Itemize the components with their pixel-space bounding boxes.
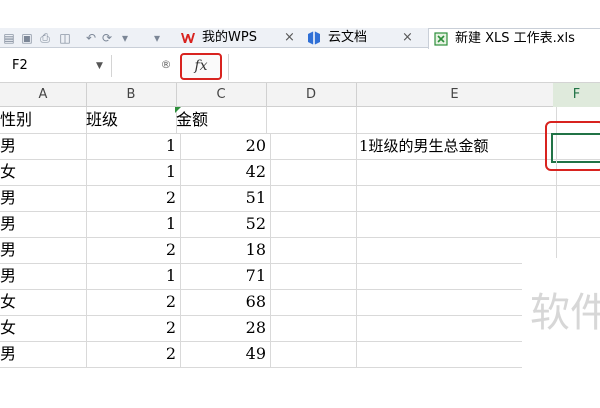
table-row: 男 2 18	[0, 237, 600, 264]
cell-b5[interactable]: 1	[86, 211, 181, 238]
cell-a3[interactable]: 女	[0, 159, 87, 186]
cell-a9[interactable]: 女	[0, 315, 87, 342]
customize-dropdown-icon[interactable]: ▾	[150, 31, 164, 45]
tab-label: 云文档	[328, 30, 368, 45]
table-row: 男 2 49	[0, 341, 600, 368]
table-row: 男 1 52	[0, 211, 600, 238]
cell-e3[interactable]	[356, 159, 557, 186]
watermark-text: 软件	[530, 290, 600, 336]
column-header-bar: A B C D E F	[0, 83, 600, 107]
cell-marker-icon	[175, 107, 181, 113]
cell-f4[interactable]	[553, 185, 600, 212]
cell-d2[interactable]	[266, 133, 357, 160]
cell-d4[interactable]	[266, 185, 357, 212]
red-highlight-box	[545, 121, 600, 171]
tab-label: 新建 XLS 工作表.xls	[455, 31, 575, 46]
cell-c1[interactable]: 金额	[176, 107, 267, 134]
cell-d8[interactable]	[266, 289, 357, 316]
cell-a2[interactable]: 男	[0, 133, 87, 160]
tab-bar: ▤ ▣ ⎙ ◫ ↶ ⟳ ▾ ▾ 我的WPS × 云文档 × 新建 XLS 工作表…	[0, 28, 600, 49]
cell-c6[interactable]: 18	[176, 237, 271, 264]
cell-b4[interactable]: 2	[86, 185, 181, 212]
zoom-icon[interactable]: ®	[158, 57, 174, 73]
table-row: 女 2 68	[0, 289, 600, 316]
cell-d5[interactable]	[266, 211, 357, 238]
tab-xls-file[interactable]: 新建 XLS 工作表.xls	[428, 28, 600, 49]
cell-a6[interactable]: 男	[0, 237, 87, 264]
cell-c8[interactable]: 68	[176, 289, 271, 316]
cell-d10[interactable]	[266, 341, 357, 368]
cell-c4[interactable]: 51	[176, 185, 271, 212]
cell-b3[interactable]: 1	[86, 159, 181, 186]
cell-e2[interactable]: 1班级的男生总金额	[356, 133, 557, 160]
cell-e1[interactable]	[356, 107, 557, 134]
cell-c9[interactable]: 28	[176, 315, 271, 342]
cell-e5[interactable]	[356, 211, 557, 238]
column-header-e[interactable]: E	[356, 83, 554, 107]
column-header-b[interactable]: B	[86, 83, 177, 107]
cell-c2[interactable]: 20	[176, 133, 271, 160]
name-box-dropdown-icon[interactable]: ▼	[96, 55, 106, 77]
cell-f5[interactable]	[553, 211, 600, 238]
cell-a5[interactable]: 男	[0, 211, 87, 238]
redo-icon[interactable]: ⟳	[100, 31, 114, 45]
cell-b10[interactable]: 2	[86, 341, 181, 368]
save-icon[interactable]: ▣	[20, 31, 34, 45]
table-row: 男 1 20 1班级的男生总金额	[0, 133, 600, 163]
cell-b2[interactable]: 1	[86, 133, 181, 160]
column-header-f[interactable]: F	[553, 83, 600, 107]
cell-c3[interactable]: 42	[176, 159, 271, 186]
formula-bar: F2 ▼ ® fx	[0, 49, 600, 83]
cell-c5[interactable]: 52	[176, 211, 271, 238]
cell-d6[interactable]	[266, 237, 357, 264]
cloud-doc-icon	[308, 31, 320, 45]
cell-c7[interactable]: 71	[176, 263, 271, 290]
watermark: 软件	[522, 258, 600, 408]
cell-c10[interactable]: 49	[176, 341, 271, 368]
cell-a4[interactable]: 男	[0, 185, 87, 212]
column-header-c[interactable]: C	[176, 83, 267, 107]
cell-d7[interactable]	[266, 263, 357, 290]
undo-icon[interactable]: ↶	[84, 31, 98, 45]
cell-a10[interactable]: 男	[0, 341, 87, 368]
cell-b7[interactable]: 1	[86, 263, 181, 290]
table-row: 男 1 71	[0, 263, 600, 290]
cell-a8[interactable]: 女	[0, 289, 87, 316]
column-header-a[interactable]: A	[0, 83, 87, 107]
table-row: 男 2 51	[0, 185, 600, 212]
cell-a1[interactable]: 性别	[0, 107, 87, 134]
cell-d1[interactable]	[266, 107, 357, 134]
cell-b6[interactable]: 2	[86, 237, 181, 264]
cell-a7[interactable]: 男	[0, 263, 87, 290]
xls-file-icon	[434, 32, 448, 46]
cell-d3[interactable]	[266, 159, 357, 186]
cell-b8[interactable]: 2	[86, 289, 181, 316]
table-row: 女 2 28	[0, 315, 600, 342]
cell-b9[interactable]: 2	[86, 315, 181, 342]
open-icon[interactable]: ▤	[2, 31, 16, 45]
insert-function-button[interactable]: fx	[180, 53, 222, 80]
tab-label: 我的WPS	[202, 30, 257, 45]
cell-e4[interactable]	[356, 185, 557, 212]
table-row: 女 1 42	[0, 159, 600, 186]
table-row: 性别 班级 金额	[0, 107, 600, 134]
tab-my-wps[interactable]: 我的WPS ×	[180, 28, 300, 48]
close-icon[interactable]: ×	[402, 28, 413, 48]
formula-input[interactable]	[228, 54, 600, 80]
cell-b1[interactable]: 班级	[86, 107, 177, 134]
column-header-d[interactable]: D	[266, 83, 357, 107]
redo-dropdown-icon[interactable]: ▾	[118, 31, 132, 45]
cell-d9[interactable]	[266, 315, 357, 342]
sheet-grid: 性别 班级 金额 男 1 20 1班级的男生总金额 女 1 42 男 2 51 …	[0, 107, 600, 400]
tab-cloud-docs[interactable]: 云文档 ×	[306, 28, 418, 48]
wps-logo-icon	[181, 33, 195, 43]
close-icon[interactable]: ×	[284, 28, 295, 48]
print-preview-icon[interactable]: ◫	[58, 31, 72, 45]
print-icon[interactable]: ⎙	[38, 31, 52, 45]
